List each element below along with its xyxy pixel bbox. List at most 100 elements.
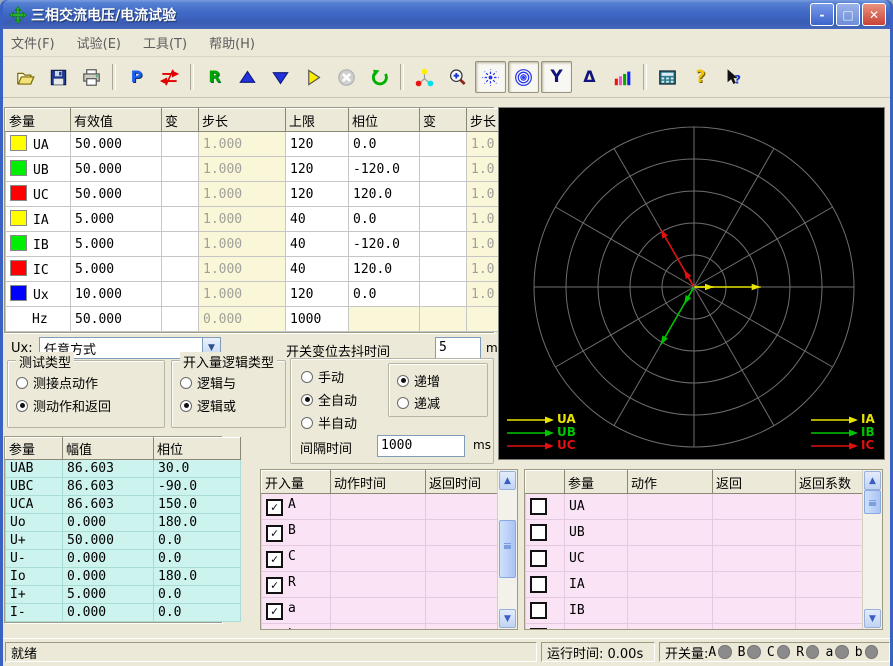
step-cell[interactable]: 1.000 bbox=[199, 257, 286, 282]
vector-diagram-button[interactable] bbox=[409, 61, 440, 93]
raise-button[interactable] bbox=[232, 61, 263, 93]
checkbox-icon[interactable] bbox=[530, 576, 547, 593]
checkbox-icon[interactable] bbox=[530, 602, 547, 619]
check-cell[interactable] bbox=[526, 546, 565, 572]
checkbox-icon[interactable]: ✓ bbox=[266, 629, 283, 630]
interval-input[interactable]: 1000 bbox=[377, 435, 465, 457]
close-button[interactable]: ✕ bbox=[862, 3, 886, 26]
var-cell[interactable] bbox=[162, 307, 199, 332]
check-cell[interactable] bbox=[526, 494, 565, 520]
print-button[interactable] bbox=[76, 61, 107, 93]
check-label-cell[interactable]: ✓A bbox=[262, 494, 331, 520]
minimize-button[interactable]: - bbox=[810, 3, 834, 26]
radio-run-mode-1[interactable]: 全自动 bbox=[301, 390, 357, 409]
limit-cell[interactable]: 40 bbox=[286, 257, 349, 282]
checkbox-icon[interactable] bbox=[530, 498, 547, 515]
checkbox-icon[interactable]: ✓ bbox=[266, 577, 283, 594]
phase-cell[interactable]: 0.0 bbox=[349, 207, 420, 232]
var-cell[interactable] bbox=[162, 132, 199, 157]
check-label-cell[interactable]: ✓R bbox=[262, 572, 331, 598]
var-cell[interactable] bbox=[420, 282, 467, 307]
bar-graph-button[interactable] bbox=[607, 61, 638, 93]
maximize-button[interactable]: □ bbox=[836, 3, 860, 26]
rays-display-button[interactable] bbox=[475, 61, 506, 93]
step-cell[interactable]: 1.000 bbox=[199, 132, 286, 157]
zoom-button[interactable] bbox=[442, 61, 473, 93]
step-cell[interactable]: 0.000 bbox=[199, 307, 286, 332]
rms-cell[interactable]: 50.000 bbox=[71, 182, 162, 207]
var-cell[interactable] bbox=[420, 157, 467, 182]
menu-item-1[interactable]: 试验(E) bbox=[77, 33, 121, 52]
step-cell[interactable]: 1.000 bbox=[199, 232, 286, 257]
phase-swap-button[interactable] bbox=[154, 61, 185, 93]
checkbox-icon[interactable]: ✓ bbox=[266, 603, 283, 620]
var-cell[interactable] bbox=[162, 257, 199, 282]
radio-direction-0[interactable]: 递增 bbox=[397, 371, 440, 390]
limit-cell[interactable]: 40 bbox=[286, 207, 349, 232]
radio-logic-type-0[interactable]: 逻辑与 bbox=[180, 373, 236, 392]
check-cell[interactable] bbox=[526, 624, 565, 631]
limit-cell[interactable]: 40 bbox=[286, 232, 349, 257]
step-cell[interactable]: 1.000 bbox=[199, 207, 286, 232]
rms-cell[interactable]: 5.000 bbox=[71, 232, 162, 257]
var-cell[interactable] bbox=[420, 232, 467, 257]
menu-item-3[interactable]: 帮助(H) bbox=[209, 33, 255, 52]
radio-direction-1[interactable]: 递减 bbox=[397, 393, 440, 412]
stop-button[interactable] bbox=[331, 61, 362, 93]
phase-cell[interactable]: 120.0 bbox=[349, 182, 420, 207]
phase-cell[interactable]: -120.0 bbox=[349, 157, 420, 182]
rms-cell[interactable]: 5.000 bbox=[71, 207, 162, 232]
step-cell[interactable]: 1.000 bbox=[199, 282, 286, 307]
menu-item-0[interactable]: 文件(F) bbox=[11, 33, 55, 52]
scroll-down-icon[interactable]: ▼ bbox=[499, 609, 516, 628]
limit-cell[interactable]: 120 bbox=[286, 157, 349, 182]
p-settings-button[interactable]: P bbox=[121, 61, 152, 93]
limit-cell[interactable]: 120 bbox=[286, 132, 349, 157]
reset-r-button[interactable]: R bbox=[199, 61, 230, 93]
title-bar[interactable]: 三相交流电压/电流试验 - □ ✕ bbox=[3, 0, 890, 29]
check-label-cell[interactable]: ✓B bbox=[262, 520, 331, 546]
phase-cell[interactable]: 0.0 bbox=[349, 282, 420, 307]
var-cell[interactable] bbox=[162, 232, 199, 257]
phase-cell[interactable]: -120.0 bbox=[349, 232, 420, 257]
lower-button[interactable] bbox=[265, 61, 296, 93]
rms-cell[interactable]: 50.000 bbox=[71, 157, 162, 182]
rms-cell[interactable]: 10.000 bbox=[71, 282, 162, 307]
scroll-up-icon[interactable]: ▲ bbox=[864, 471, 881, 490]
limit-cell[interactable]: 1000 bbox=[286, 307, 349, 332]
menu-item-2[interactable]: 工具(T) bbox=[143, 33, 187, 52]
phase-cell[interactable]: 0.0 bbox=[349, 132, 420, 157]
context-help-button[interactable]: ? bbox=[718, 61, 749, 93]
undo-button[interactable] bbox=[364, 61, 395, 93]
wye-display-button[interactable]: Y bbox=[541, 61, 572, 93]
var-cell[interactable] bbox=[162, 182, 199, 207]
rms-cell[interactable]: 50.000 bbox=[71, 132, 162, 157]
radio-run-mode-0[interactable]: 手动 bbox=[301, 367, 344, 386]
checkbox-icon[interactable]: ✓ bbox=[266, 551, 283, 568]
check-label-cell[interactable]: ✓C bbox=[262, 546, 331, 572]
open-button[interactable] bbox=[10, 61, 41, 93]
radio-test-type-1[interactable]: 测动作和返回 bbox=[16, 396, 111, 415]
var-cell[interactable] bbox=[420, 307, 467, 332]
var-cell[interactable] bbox=[162, 282, 199, 307]
scroll-up-icon[interactable]: ▲ bbox=[499, 471, 516, 490]
radio-logic-type-1[interactable]: 逻辑或 bbox=[180, 396, 236, 415]
check-cell[interactable] bbox=[526, 572, 565, 598]
scrollbar-thumb[interactable] bbox=[864, 490, 881, 514]
result-table-scrollbar[interactable]: ▲ ▼ bbox=[862, 470, 882, 629]
help-button[interactable]: ? bbox=[685, 61, 716, 93]
checkbox-icon[interactable] bbox=[530, 628, 547, 631]
check-label-cell[interactable]: ✓b bbox=[262, 624, 331, 631]
var-cell[interactable] bbox=[420, 132, 467, 157]
scroll-down-icon[interactable]: ▼ bbox=[864, 609, 881, 628]
phase-cell[interactable]: 120.0 bbox=[349, 257, 420, 282]
phase-cell[interactable] bbox=[349, 307, 420, 332]
check-label-cell[interactable]: ✓a bbox=[262, 598, 331, 624]
var-cell[interactable] bbox=[162, 207, 199, 232]
rms-cell[interactable]: 50.000 bbox=[71, 307, 162, 332]
check-cell[interactable] bbox=[526, 520, 565, 546]
var-cell[interactable] bbox=[420, 257, 467, 282]
checkbox-icon[interactable]: ✓ bbox=[266, 499, 283, 516]
limit-cell[interactable]: 120 bbox=[286, 282, 349, 307]
start-button[interactable] bbox=[298, 61, 329, 93]
